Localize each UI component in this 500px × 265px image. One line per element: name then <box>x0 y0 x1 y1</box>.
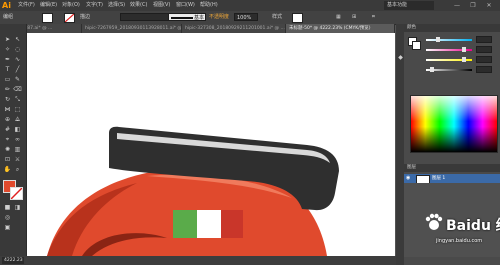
magenta-slider[interactable] <box>426 46 496 54</box>
menu-select[interactable]: 选择(S) <box>108 0 125 11</box>
hand-tool-icon[interactable]: ✋ <box>3 166 12 174</box>
panel-icon-strip: ◆ <box>396 24 404 265</box>
fill-swatch[interactable] <box>42 13 53 23</box>
menu-type[interactable]: 文字(T) <box>86 0 103 11</box>
watermark-url: jingyan.baidu.com <box>436 238 483 244</box>
tools-panel: ➤ ↖ ✧ ◌ ✒ ∿ T ╱ ▭ ✎ ✏ ⌫ ↻ ⤡ ⋈ ⬚ ⊕ ⟁ # ◧ … <box>0 24 27 260</box>
rotate-tool-icon[interactable]: ↻ <box>3 96 12 104</box>
stroke-label: 描边 <box>80 14 91 20</box>
brush-stroke-icon <box>171 17 193 19</box>
color-spectrum[interactable] <box>410 95 498 153</box>
menu-object[interactable]: 对象(O) <box>62 0 80 11</box>
curvature-icon[interactable]: ∿ <box>13 56 22 64</box>
menu-effect[interactable]: 效果(C) <box>130 0 147 11</box>
layers-panel-header[interactable]: 图层 <box>404 164 500 172</box>
line-tool-icon[interactable]: ╱ <box>13 66 22 74</box>
status-bar: 4222.23 <box>0 256 400 265</box>
gradient-tool-icon[interactable]: ◧ <box>13 126 22 134</box>
stroke-color-box[interactable] <box>10 187 23 200</box>
align-icon[interactable]: ⊞ <box>352 12 356 23</box>
visibility-eye-icon[interactable]: ◉ <box>406 174 410 183</box>
flag-green-stripe <box>173 210 197 238</box>
direct-selection-icon[interactable]: ↖ <box>13 36 22 44</box>
eyedropper-icon[interactable]: ⌖ <box>3 136 12 144</box>
restore-button[interactable]: ❐ <box>466 1 480 10</box>
no-stroke-icon <box>65 14 74 22</box>
tab-document-active[interactable]: 未标题-50* @ 4222.23% (CMYK/预览) <box>286 24 395 33</box>
eraser-icon[interactable]: ⌫ <box>13 86 22 94</box>
screen-mode-icon[interactable]: ▣ <box>3 224 12 232</box>
control-bar: 编组 描边 基本 不透明度 100% 样式 ▦ ⊞ ⌗ <box>0 11 500 25</box>
type-tool-icon[interactable]: T <box>3 66 12 74</box>
perspective-grid-icon[interactable]: ⟁ <box>13 116 22 124</box>
slice-tool-icon[interactable]: ⚔ <box>13 156 22 164</box>
menu-bar: Ai 文件(F) 编辑(E) 对象(O) 文字(T) 选择(S) 效果(C) 视… <box>0 0 500 11</box>
lasso-icon[interactable]: ◌ <box>13 46 22 54</box>
cyan-slider[interactable] <box>426 36 496 44</box>
zoom-level-field[interactable]: 4222.23 <box>2 257 24 264</box>
helmet-illustration <box>47 126 339 256</box>
no-stroke-icon <box>11 188 22 199</box>
selection-tool-icon[interactable]: ➤ <box>3 36 12 44</box>
paintbrush-icon[interactable]: ✎ <box>13 76 22 84</box>
artboard-canvas[interactable] <box>27 33 395 256</box>
width-tool-icon[interactable]: ⋈ <box>3 106 12 114</box>
symbol-sprayer-icon[interactable]: ✺ <box>3 146 12 154</box>
watermark-brand: Baidu 经验 <box>446 218 500 234</box>
close-button[interactable]: ✕ <box>482 1 496 10</box>
scale-tool-icon[interactable]: ⤡ <box>13 96 22 104</box>
brush-definition[interactable]: 基本 <box>168 13 206 21</box>
color-panel-header[interactable]: 颜色 <box>404 24 500 32</box>
opacity-label[interactable]: 不透明度 <box>209 12 229 23</box>
window-controls: — ❐ ✕ <box>448 1 498 10</box>
pencil-tool-icon[interactable]: ✏ <box>3 86 12 94</box>
menu-view[interactable]: 视图(V) <box>153 0 170 11</box>
tab-document[interactable]: hipic-327308_20180929211201001.ai* @ ... <box>182 24 286 33</box>
black-slider[interactable] <box>426 66 496 74</box>
menu-edit[interactable]: 编辑(E) <box>40 0 57 11</box>
stroke-swatch[interactable] <box>64 13 75 23</box>
tab-document[interactable]: hipic-7267959_20180930113928011.ai* @ ..… <box>82 24 182 33</box>
menu-help[interactable]: 帮助(H) <box>200 0 218 11</box>
opacity-field[interactable]: 100% <box>234 13 258 21</box>
shape-builder-icon[interactable]: ⊕ <box>3 116 12 124</box>
artboard-tool-icon[interactable]: ⊡ <box>3 156 12 164</box>
baidu-paw-icon <box>425 213 443 230</box>
draw-mode-icon[interactable]: ◎ <box>3 214 12 222</box>
app-logo: Ai <box>2 1 11 10</box>
graph-tool-icon[interactable]: ▥ <box>13 146 22 154</box>
gradient-mode-icon[interactable]: ◨ <box>13 204 22 212</box>
transform-icon[interactable]: ⌗ <box>372 12 375 23</box>
document-setup-icon[interactable]: ▦ <box>336 12 341 23</box>
zoom-tool-icon[interactable]: ⌕ <box>13 166 22 174</box>
flag-white-stripe <box>197 210 221 238</box>
menu-file[interactable]: 文件(F) <box>18 0 35 11</box>
selection-type-label: 编组 <box>3 14 14 20</box>
magic-wand-icon[interactable]: ✧ <box>3 46 12 54</box>
pen-tool-icon[interactable]: ✒ <box>3 56 12 64</box>
minimize-button[interactable]: — <box>450 1 464 10</box>
rectangle-tool-icon[interactable]: ▭ <box>3 76 12 84</box>
document-tabs: ia-18987.ai* @ ... hipic-7267959_2018093… <box>10 24 395 33</box>
style-label: 样式 <box>272 14 283 20</box>
color-mode-icon[interactable]: ■ <box>3 204 12 212</box>
mesh-tool-icon[interactable]: # <box>3 126 12 134</box>
yellow-slider[interactable] <box>426 56 496 64</box>
layer-row[interactable]: ◉ 图层 1 <box>404 174 500 184</box>
layer-name[interactable]: 图层 1 <box>432 174 445 183</box>
workspace-switcher[interactable]: 基本功能 <box>384 1 434 10</box>
menu-window[interactable]: 窗口(W) <box>176 0 195 11</box>
free-transform-icon[interactable]: ⬚ <box>13 106 22 114</box>
panel-stroke-swatch[interactable] <box>412 41 421 50</box>
style-swatch[interactable] <box>292 13 303 23</box>
flag-red-stripe <box>221 210 243 238</box>
blend-tool-icon[interactable]: ∞ <box>13 136 22 144</box>
